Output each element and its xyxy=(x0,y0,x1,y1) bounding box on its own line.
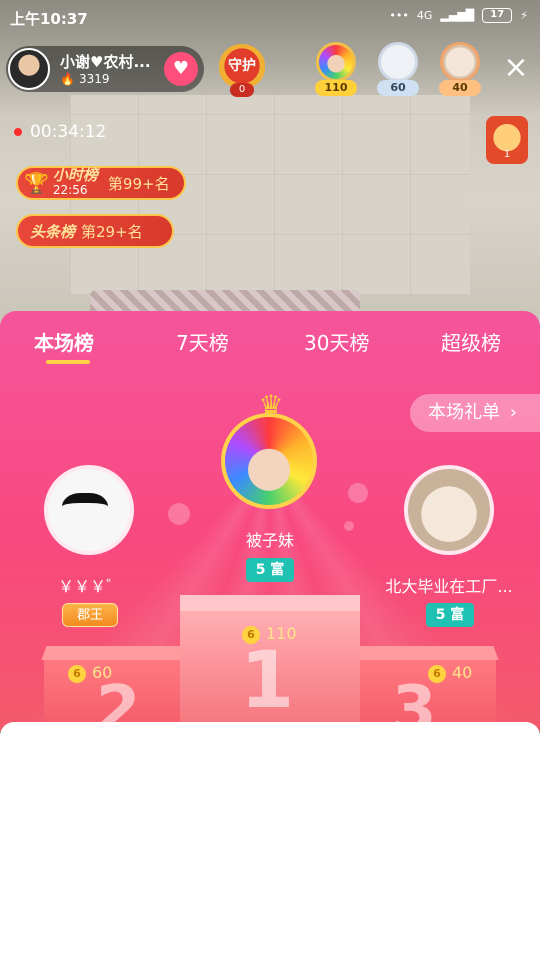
headline-rank-tag: 头条榜 xyxy=(30,222,76,241)
guard-count: 0 xyxy=(230,83,254,97)
tab-current-session[interactable]: 本场榜 xyxy=(34,327,94,356)
second-place-score: 6 60 xyxy=(68,663,112,683)
ranking-panel: 本场榜 7天榜 30天榜 超级榜 本场礼单 › 1 2 3 ♛ 被子妹 5 富 … xyxy=(0,311,540,731)
mini-viewer-avatar[interactable]: 1 xyxy=(486,116,528,164)
charging-icon: ⚡ xyxy=(520,9,528,22)
ranking-tabs: 本场榜 7天榜 30天榜 超级榜 xyxy=(0,311,540,369)
second-place-score-value: 60 xyxy=(92,663,113,682)
hour-rank-position: 第99+名 xyxy=(107,174,170,193)
viewer-avatar xyxy=(440,42,480,82)
first-place-score-value: 110 xyxy=(266,624,297,643)
guard-badge[interactable]: 守护 0 xyxy=(213,38,271,97)
headline-rank-position: 第29+名 xyxy=(81,222,143,241)
chevron-right-icon: › xyxy=(509,402,517,423)
hour-rank-info: 小时榜 22:56 xyxy=(53,168,98,198)
hour-rank-timer: 22:56 xyxy=(52,183,88,197)
tab-7-days[interactable]: 7天榜 xyxy=(176,327,229,356)
active-tab-indicator xyxy=(46,360,90,364)
podium-first-top xyxy=(180,595,360,611)
third-place-level: 5 富 xyxy=(426,603,474,627)
third-place-score: 6 40 xyxy=(428,663,472,683)
host-avatar[interactable] xyxy=(8,48,50,90)
status-icons: ••• 4G ▂▄▆█ 17 ⚡ xyxy=(389,8,528,23)
viewer-score: 60 xyxy=(377,80,419,96)
follow-heart-button[interactable]: ♥ xyxy=(164,52,198,86)
third-place-avatar[interactable] xyxy=(404,465,494,555)
gift-list-button[interactable]: 本场礼单 › xyxy=(410,394,540,432)
host-name: 小谢♥农村... xyxy=(60,53,151,71)
guard-shield-icon: 守护 xyxy=(219,44,265,88)
second-place-title-badge: 郡王 xyxy=(62,603,118,627)
network-label: 4G xyxy=(416,9,433,22)
flame-icon: 🔥 xyxy=(60,72,75,86)
tab-30-days[interactable]: 30天榜 xyxy=(304,327,369,356)
tab-super[interactable]: 超级榜 xyxy=(441,327,501,356)
third-place-score-value: 40 xyxy=(452,663,473,682)
bubble-decoration xyxy=(344,521,354,531)
first-place-avatar[interactable] xyxy=(221,413,317,509)
status-time: 上午10:37 xyxy=(10,10,88,28)
close-icon[interactable]: × xyxy=(503,53,529,83)
second-place-name[interactable]: ￥￥￥゛ xyxy=(40,573,140,597)
second-place-avatar[interactable] xyxy=(44,465,134,555)
mini-viewer-count: 1 xyxy=(503,149,511,160)
first-place-score: 6 110 xyxy=(242,624,297,644)
podium-second-top xyxy=(41,646,187,660)
ranking-list-area xyxy=(0,722,540,960)
bubble-decoration xyxy=(348,483,368,503)
podium-third-top xyxy=(353,646,499,660)
first-place-name[interactable]: 被子妹 xyxy=(220,527,320,551)
coin-icon: 6 xyxy=(242,625,260,644)
hour-rank-pill[interactable]: 🏆 小时榜 22:56 第99+名 xyxy=(16,166,186,200)
viewer-avatar xyxy=(316,42,356,82)
podium-number-1: 1 xyxy=(240,636,295,726)
viewer-score: 110 xyxy=(315,80,357,96)
third-place-name[interactable]: 北大毕业在工厂... xyxy=(378,573,520,597)
top-viewer-2[interactable]: 60 xyxy=(373,40,423,98)
bubble-decoration xyxy=(168,503,190,525)
trophy-icon: 🏆 xyxy=(24,171,49,195)
coin-icon: 6 xyxy=(428,664,446,683)
hour-rank-tag: 小时榜 xyxy=(52,166,98,184)
live-duration-text: 00:34:12 xyxy=(30,122,107,142)
first-place-level: 5 富 xyxy=(246,558,294,582)
more-dots-icon: ••• xyxy=(389,9,409,22)
host-fans: 🔥 3319 xyxy=(60,72,110,86)
viewer-avatar xyxy=(378,42,418,82)
live-duration: 00:34:12 xyxy=(14,122,106,142)
host-card[interactable]: 小谢♥农村... 🔥 3319 ♥ xyxy=(6,46,204,92)
battery-indicator: 17 xyxy=(482,8,513,23)
signal-icon: ▂▄▆█ xyxy=(440,9,475,22)
status-bar: 上午10:37 ••• 4G ▂▄▆█ 17 ⚡ xyxy=(0,0,540,36)
top-viewer-3[interactable]: 40 xyxy=(435,40,485,98)
headline-rank-pill[interactable]: 头条榜 第29+名 xyxy=(16,214,174,248)
coin-icon: 6 xyxy=(68,664,86,683)
viewer-score: 40 xyxy=(439,80,481,96)
avatar-figure-icon xyxy=(62,493,108,527)
top-viewer-1[interactable]: 110 xyxy=(311,40,361,98)
host-fans-count: 3319 xyxy=(78,72,110,86)
gift-list-label: 本场礼单 xyxy=(428,402,500,423)
live-dot-icon xyxy=(14,128,22,136)
